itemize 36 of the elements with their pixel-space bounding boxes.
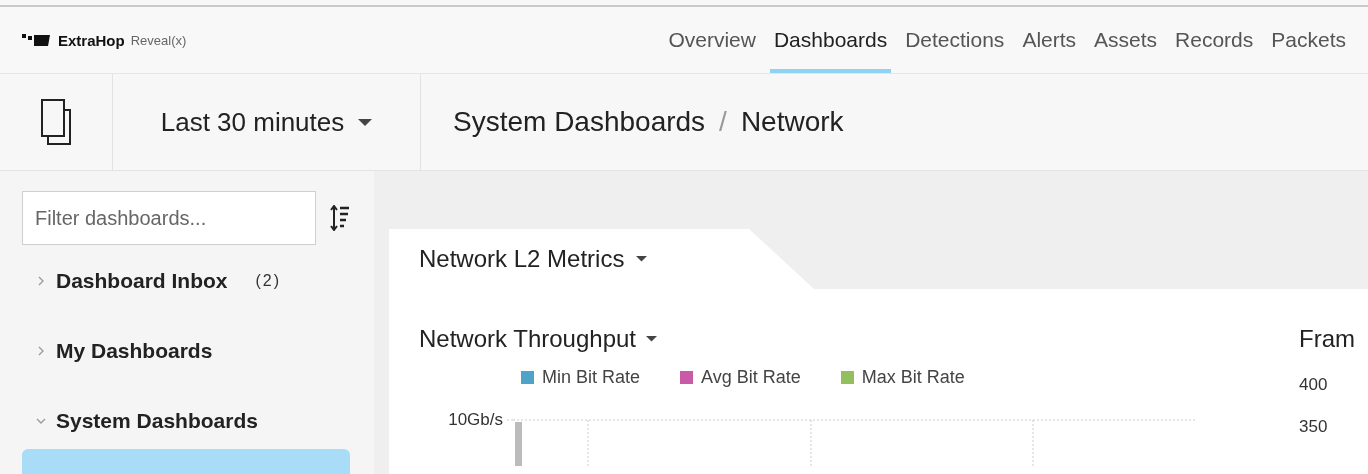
- breadcrumb-item[interactable]: System Dashboards: [453, 106, 706, 138]
- widget-title[interactable]: Network Throughput: [419, 325, 1239, 353]
- legend-item: Max Bit Rate: [840, 367, 965, 388]
- caret-icon: [358, 118, 373, 126]
- caret-icon: [646, 336, 657, 342]
- nav-tab[interactable]: Detections: [901, 7, 1009, 73]
- nav-tab[interactable]: Assets: [1090, 7, 1162, 73]
- brand-name: ExtraHop: [58, 31, 125, 49]
- sidebar-item[interactable]: System Dashboards: [22, 399, 350, 443]
- axis-tick-label: 10Gb/s: [447, 410, 504, 431]
- item-count: (2): [255, 272, 282, 290]
- nav-tab[interactable]: Packets: [1267, 7, 1350, 73]
- nav-tab[interactable]: Alerts: [1018, 7, 1081, 73]
- dashboard-tab[interactable]: Network L2 Metrics: [389, 229, 814, 289]
- breadcrumb-item: Network: [740, 106, 844, 138]
- breadcrumb-separator: /: [719, 106, 727, 138]
- sidebar-item-label: My Dashboards: [56, 339, 213, 363]
- sidebar-item-label: System Dashboards: [56, 409, 258, 433]
- sidebar-item-label: Dashboard Inbox: [56, 269, 228, 293]
- axis-tick-label: 350: [1299, 417, 1329, 437]
- sidebar-item[interactable]: Dashboard Inbox (2): [22, 259, 350, 303]
- product-name: Reveal(x): [130, 32, 187, 48]
- pages-icon[interactable]: [40, 98, 72, 146]
- axis-tick-label: 400: [1299, 375, 1329, 395]
- nav-tab[interactable]: Records: [1171, 7, 1258, 73]
- nav-tab[interactable]: Dashboards: [769, 7, 892, 73]
- filter-field[interactable]: Filter dashboards...: [22, 191, 316, 245]
- caret-icon: [636, 256, 648, 262]
- nav-tab[interactable]: Overview: [664, 7, 760, 73]
- time-range-dropdown[interactable]: Last 30 minutes: [113, 74, 421, 170]
- widget-title[interactable]: Fram: [1299, 325, 1368, 353]
- legend-item: Min Bit Rate: [521, 367, 641, 388]
- logo-icon: [22, 32, 52, 48]
- sidebar-item[interactable]: My Dashboards: [22, 329, 350, 373]
- sort-icon[interactable]: [330, 205, 350, 231]
- legend-item: Avg Bit Rate: [680, 367, 801, 388]
